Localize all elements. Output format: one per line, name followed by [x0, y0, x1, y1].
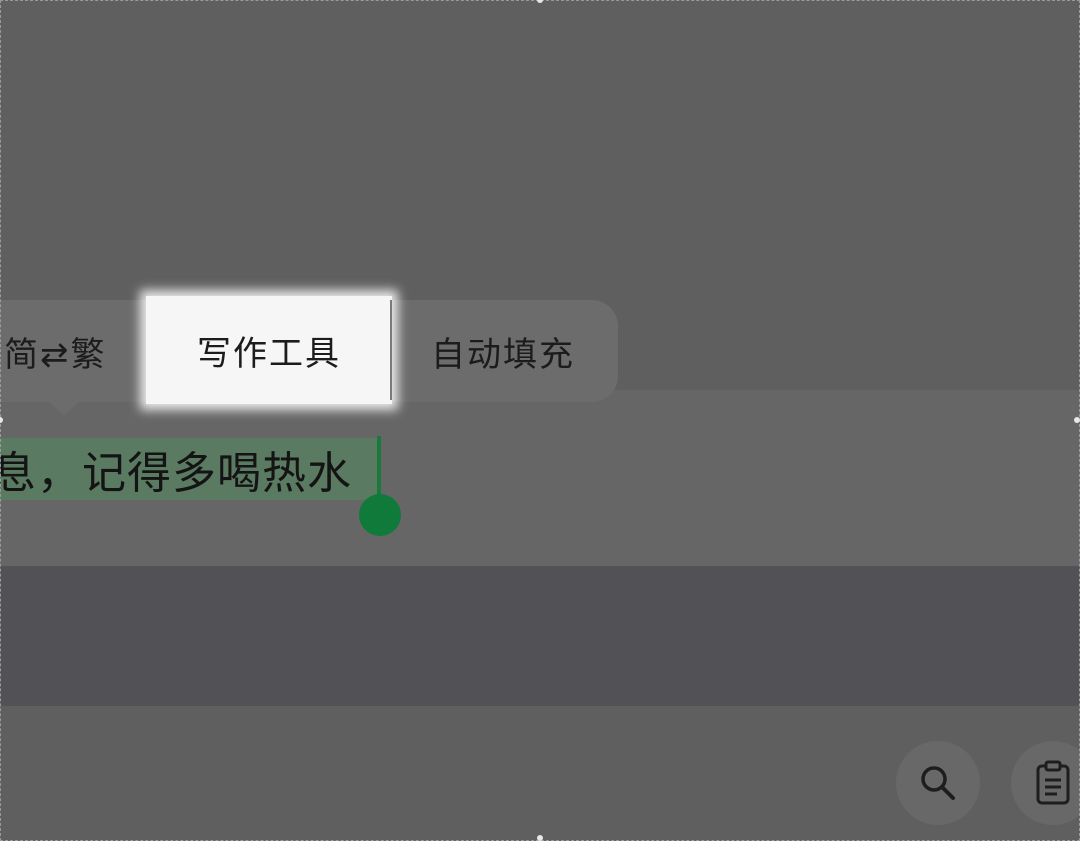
- menu-item-simplified-traditional[interactable]: 简⇄繁: [0, 300, 150, 402]
- menu-item-autofill[interactable]: 自动填充: [400, 300, 606, 402]
- search-button[interactable]: [896, 741, 980, 825]
- menu-item-label: 简⇄繁: [4, 334, 107, 375]
- menu-divider: [390, 300, 392, 400]
- selection-handle[interactable]: [359, 494, 401, 536]
- menu-item-label: 自动填充: [431, 334, 575, 375]
- search-icon: [918, 763, 958, 803]
- clipboard-icon: [1033, 760, 1073, 806]
- menu-item-writing-tools[interactable]: 写作工具: [146, 296, 392, 404]
- keyboard-suggestion-band: [0, 566, 1080, 706]
- frame-handle: [1074, 417, 1080, 423]
- menu-item-label: 写作工具: [197, 333, 341, 374]
- input-text[interactable]: 息，记得多喝热水: [0, 438, 352, 500]
- frame-handle: [537, 835, 543, 841]
